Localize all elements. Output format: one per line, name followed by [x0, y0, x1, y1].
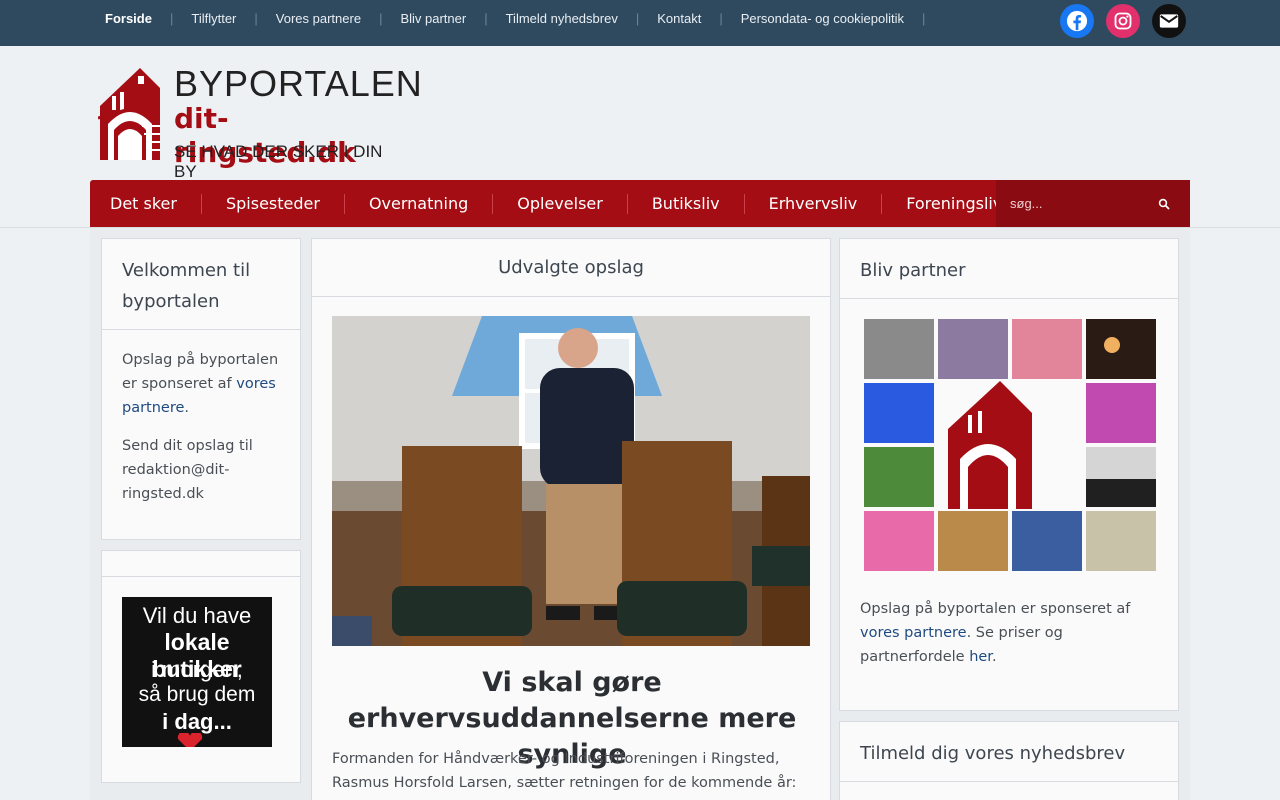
topnav-tilmeld-nyhedsbrev[interactable]: Tilmeld nyhedsbrev: [506, 11, 618, 26]
welcome-widget-title: Velkommen til byportalen: [102, 239, 300, 330]
topnav-bliv-partner[interactable]: Bliv partner: [400, 11, 466, 26]
promo-line-3: i morgen,: [151, 657, 243, 682]
top-navigation: Forside | Tilflytter | Vores partnere | …: [105, 0, 943, 36]
topnav-kontakt[interactable]: Kontakt: [657, 11, 701, 26]
become-partner-title: Bliv partner: [840, 239, 1178, 299]
nav-overnatning[interactable]: Overnatning: [349, 194, 488, 213]
separator: |: [379, 10, 383, 26]
welcome-text: Opslag på byportalen er sponseret af vor…: [122, 348, 280, 420]
nav-divider: [881, 193, 883, 214]
church-tower-icon: [98, 68, 160, 160]
newsletter-widget: Tilmeld dig vores nyhedsbrev: [839, 721, 1179, 800]
search-box: [996, 180, 1190, 227]
partner-prices-link[interactable]: her: [969, 649, 992, 665]
welcome-text-end: .: [184, 400, 190, 416]
become-partner-text: Opslag på byportalen er sponseret af vor…: [860, 597, 1160, 669]
promo-line-5: i dag...: [162, 709, 232, 734]
nav-divider: [200, 193, 202, 214]
partner-collage-image[interactable]: [864, 319, 1156, 571]
featured-post-excerpt: Formanden for Håndværker- og Industrifor…: [332, 751, 797, 800]
instagram-icon[interactable]: [1106, 4, 1140, 38]
separator: |: [169, 10, 174, 26]
topnav-tilflytter[interactable]: Tilflytter: [191, 11, 236, 26]
welcome-widget-body: Opslag på byportalen er sponseret af vor…: [102, 330, 300, 538]
separator: |: [254, 10, 258, 26]
shop-local-banner[interactable]: Vil du have lokale butikker i morgen, så…: [122, 597, 272, 747]
logo-title: BYPORTALEN: [174, 63, 423, 104]
promo-line-1: Vil du have: [142, 603, 252, 628]
become-partner-body: Opslag på byportalen er sponseret af vor…: [840, 579, 1180, 701]
partner-text-end: .: [991, 649, 997, 665]
promo-widget: Vil du have lokale butikker i morgen, så…: [101, 550, 301, 783]
separator: |: [635, 10, 640, 26]
separator: |: [719, 10, 723, 26]
partner-text-start: Opslag på byportalen er sponseret af: [860, 601, 1131, 617]
topnav-vores-partnere[interactable]: Vores partnere: [276, 11, 361, 26]
nav-oplevelser[interactable]: Oplevelser: [497, 194, 623, 213]
newsletter-widget-title: Tilmeld dig vores nyhedsbrev: [840, 722, 1178, 782]
main-navigation: Det sker Spisesteder Overnatning Oplevel…: [90, 180, 1190, 227]
search-input[interactable]: [996, 196, 1146, 211]
search-icon[interactable]: [1158, 197, 1170, 215]
nav-butiksliv[interactable]: Butiksliv: [632, 194, 740, 213]
separator: |: [484, 10, 488, 26]
topnav-forside[interactable]: Forside: [105, 11, 152, 26]
topnav-persondata[interactable]: Persondata- og cookiepolitik: [741, 11, 904, 26]
promo-line-4: så brug dem: [138, 683, 256, 706]
mail-icon[interactable]: [1152, 4, 1186, 38]
featured-posts-title: Udvalgte opslag: [312, 239, 830, 297]
nav-divider: [626, 193, 628, 214]
become-partner-widget: Bliv partner Opslag på byportalen er spo…: [839, 238, 1179, 711]
featured-posts-widget: Udvalgte opslag Vi skal gøre erhvervsudd…: [311, 238, 831, 800]
welcome-widget: Velkommen til byportalen Opslag på bypor…: [101, 238, 301, 540]
nav-divider: [343, 193, 345, 214]
nav-erhvervsliv[interactable]: Erhvervsliv: [749, 194, 878, 213]
site-header: BYPORTALEN dit-ringsted.dk SE HVAD DER S…: [0, 46, 1280, 181]
featured-post-image[interactable]: [332, 316, 810, 646]
nav-divider: [743, 193, 745, 214]
heart-icon: [177, 733, 203, 747]
facebook-icon[interactable]: [1060, 4, 1094, 38]
top-bar: Forside | Tilflytter | Vores partnere | …: [0, 0, 1280, 46]
nav-spisesteder[interactable]: Spisesteder: [206, 194, 340, 213]
site-logo[interactable]: BYPORTALEN dit-ringsted.dk SE HVAD DER S…: [98, 66, 422, 181]
nav-divider: [492, 193, 494, 214]
separator: |: [922, 10, 926, 26]
vores-partnere-link[interactable]: vores partnere: [860, 625, 967, 641]
logo-tagline: SE HVAD DER SKER I DIN BY: [174, 142, 383, 181]
nav-det-sker[interactable]: Det sker: [90, 194, 197, 213]
promo-widget-header: [102, 551, 300, 577]
submit-post-text: Send dit opslag til redaktion@dit-ringst…: [122, 438, 253, 502]
